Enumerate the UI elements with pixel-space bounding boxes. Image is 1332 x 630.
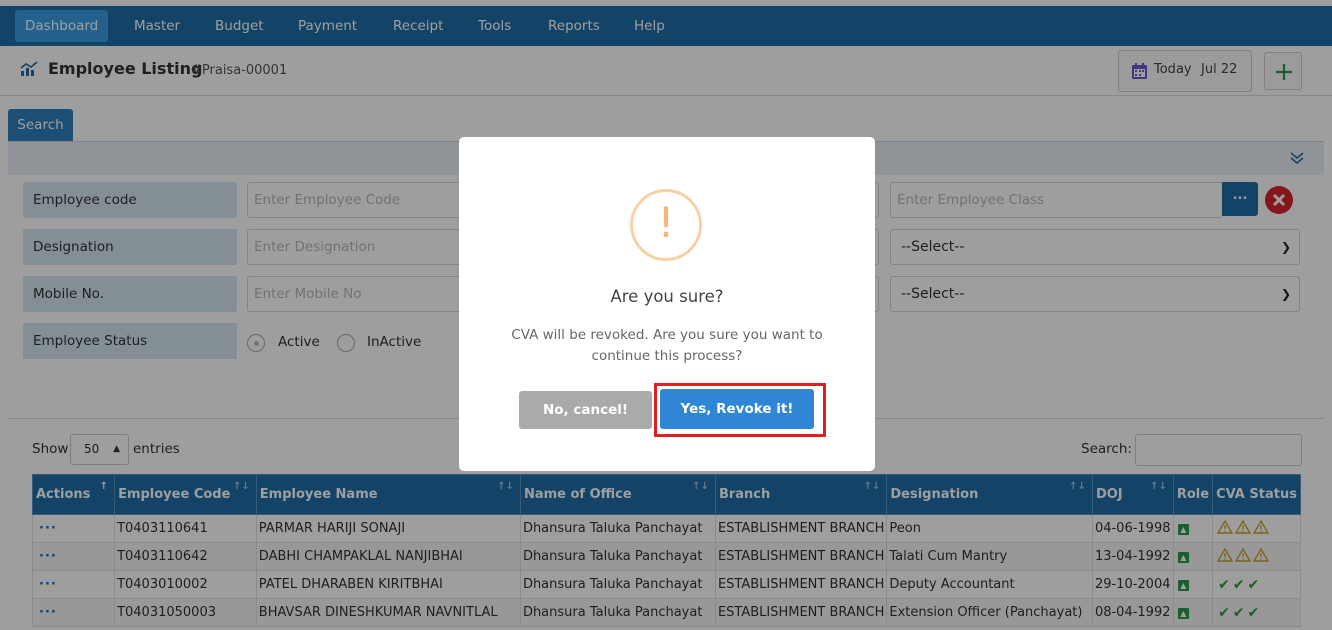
revoke-confirm-button[interactable]: Yes, Revoke it! bbox=[660, 389, 814, 429]
warning-icon: ! bbox=[630, 189, 702, 261]
dialog-message: CVA will be revoked. Are you sure you wa… bbox=[511, 327, 823, 364]
confirm-dialog: ! Are you sure? CVA will be revoked. Are… bbox=[459, 137, 875, 471]
cancel-button[interactable]: No, cancel! bbox=[519, 391, 652, 429]
dialog-title: Are you sure? bbox=[610, 287, 724, 306]
